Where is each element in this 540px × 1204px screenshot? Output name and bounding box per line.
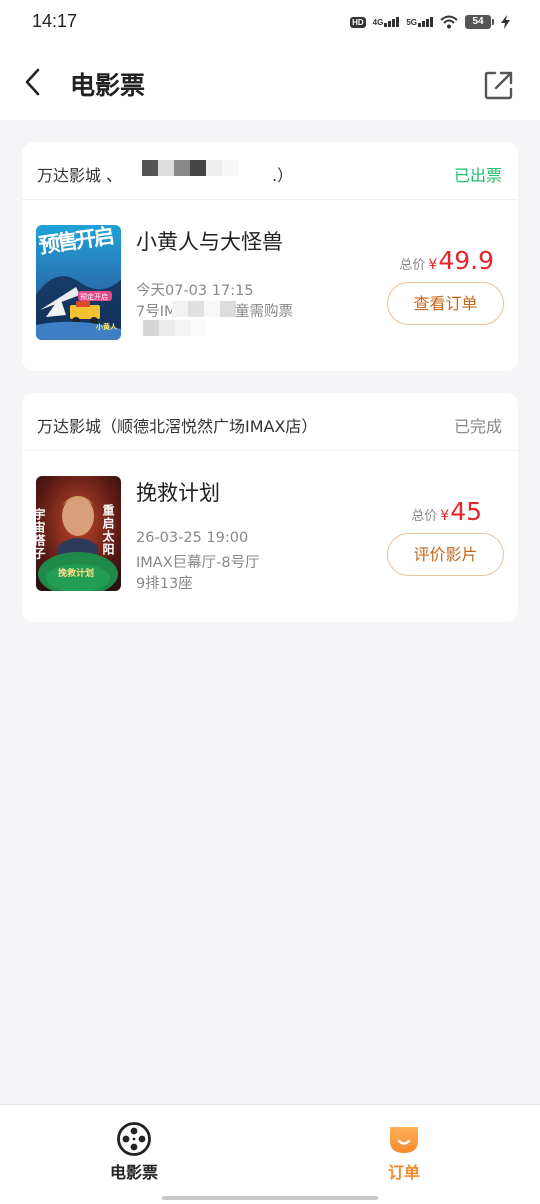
price-value: 49.9: [438, 246, 494, 275]
tab-orders[interactable]: 订单: [314, 1105, 494, 1195]
rate-movie-button[interactable]: 评价影片: [387, 533, 504, 576]
redacted-mosaic: [143, 320, 207, 336]
poster-left-text: 宇宙搭子: [36, 507, 46, 560]
cinema-name: 万达影城（顺德北滘悦然广场IMAX店）: [37, 417, 318, 436]
movie-poster[interactable]: 预售开启 预定开启 小黄人: [36, 225, 121, 340]
order-card-header: 万达影城 、 .） 已出票: [22, 142, 518, 200]
home-indicator[interactable]: [162, 1196, 378, 1200]
poster-right-text: 重启太阳: [101, 503, 115, 556]
hd-icon: HD: [350, 16, 366, 28]
price-value: 45: [450, 497, 482, 526]
showtime: 26-03-25 19:00: [136, 530, 249, 546]
status-bar: 14:17 HD 4G 5G 54: [0, 0, 540, 44]
net-4g-label: 4G: [372, 18, 384, 27]
status-icons: HD 4G 5G 54: [350, 12, 510, 32]
bottom-tab-bar: 电影票 订单: [0, 1104, 540, 1204]
order-card[interactable]: 万达影城（顺德北滘悦然广场IMAX店） 已完成 宇宙搭子 重启太阳 挽救计划 挽…: [22, 393, 518, 622]
redacted-mosaic: [172, 301, 236, 317]
price-label: 总价: [411, 509, 438, 524]
seat-info: 9排13座: [136, 576, 193, 592]
wifi-icon: [440, 15, 458, 29]
charging-icon: [501, 15, 510, 29]
net-5g-label: 5G: [406, 18, 417, 27]
share-button[interactable]: [478, 64, 518, 104]
battery-icon: 54: [465, 15, 494, 29]
view-order-button[interactable]: 查看订单: [387, 282, 504, 325]
price-currency: ¥: [440, 508, 450, 524]
page-title: 电影票: [70, 71, 146, 100]
total-price: 总价 ¥ 45: [411, 497, 482, 526]
tab-movie-tickets[interactable]: 电影票: [44, 1105, 224, 1195]
share-icon: [484, 71, 513, 100]
status-time: 14:17: [32, 11, 78, 31]
hall-info: IMAX巨幕厅-8号厅: [136, 555, 260, 571]
order-status: 已完成: [453, 417, 502, 436]
battery-level: 54: [465, 15, 491, 29]
total-price: 总价 ¥ 49.9: [399, 246, 494, 275]
orders-icon: [390, 1127, 418, 1153]
showtime: 今天07-03 17:15: [136, 283, 254, 299]
order-card[interactable]: 万达影城 、 .） 已出票 预售开启 预定开启 小黄人 小黄人与大怪兽 今天07…: [22, 142, 518, 371]
signal-5g-icon: 5G: [406, 17, 433, 27]
price-label: 总价: [399, 258, 426, 273]
back-button[interactable]: [18, 62, 58, 102]
poster-badge: 预定开启: [80, 292, 108, 301]
chevron-left-icon: [25, 68, 40, 96]
redacted-mosaic: [142, 160, 238, 176]
cinema-name: 万达影城 、: [37, 166, 123, 185]
order-status: 已出票: [453, 166, 502, 185]
film-reel-icon: [117, 1122, 151, 1156]
signal-4g-icon: 4G: [373, 17, 400, 27]
cinema-name-tail: .）: [272, 166, 294, 185]
price-currency: ¥: [428, 257, 438, 273]
nav-bar: 电影票: [0, 44, 540, 120]
tab-label: 电影票: [109, 1163, 158, 1182]
hall-prefix: 7号IM: [136, 304, 177, 320]
movie-title: 挽救计划: [136, 481, 220, 505]
movie-poster[interactable]: 宇宙搭子 重启太阳 挽救计划: [36, 476, 121, 591]
order-card-header: 万达影城（顺德北滘悦然广场IMAX店） 已完成: [22, 393, 518, 451]
movie-title: 小黄人与大怪兽: [136, 230, 283, 254]
poster-small-title: 小黄人: [95, 322, 118, 331]
poster-title-text: 挽救计划: [58, 567, 94, 579]
tab-label: 订单: [387, 1163, 420, 1182]
